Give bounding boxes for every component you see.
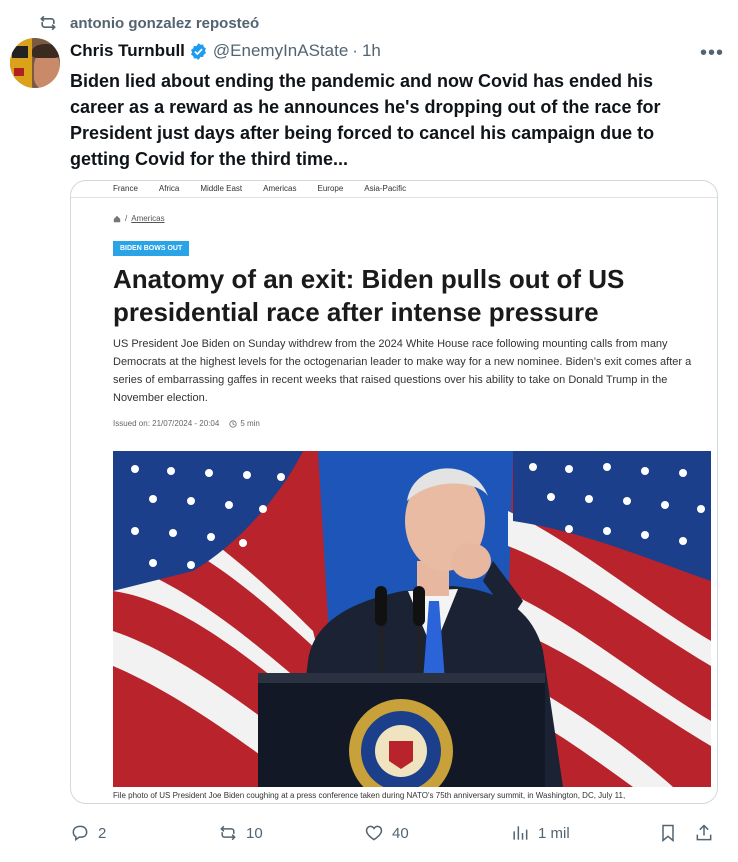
breadcrumb-americas[interactable]: Americas <box>131 214 164 223</box>
repost-icon <box>40 15 56 31</box>
repost-button[interactable]: 10 <box>218 818 263 848</box>
repost-icon <box>220 825 236 841</box>
views-icon <box>513 826 528 840</box>
more-icon[interactable]: ••• <box>700 42 724 65</box>
views-button[interactable]: 1 mil <box>510 818 570 848</box>
share-button[interactable] <box>694 818 714 848</box>
like-count: 40 <box>392 824 409 842</box>
author-name[interactable]: Chris Turnbull <box>70 41 185 61</box>
home-icon[interactable] <box>113 215 121 223</box>
verified-badge-icon[interactable] <box>189 42 208 61</box>
clock-icon <box>229 419 237 428</box>
breadcrumb-separator: / <box>125 214 128 223</box>
breadcrumb: / Americas <box>113 214 165 223</box>
tweet-header: Chris Turnbull @EnemyInAState · 1h <box>70 40 728 62</box>
nav-divider <box>71 197 717 198</box>
repost-label: antonio gonzalez reposteó <box>70 14 260 32</box>
article-lede: US President Joe Biden on Sunday withdre… <box>113 338 692 404</box>
article-meta: Issued on: 21/07/2024 - 20:04 5 min <box>113 419 260 428</box>
article-tag[interactable]: BIDEN BOWS OUT <box>113 241 190 256</box>
photo-caption: File photo of US President Joe Biden cou… <box>113 791 626 800</box>
nav-item-europe[interactable]: Europe <box>318 184 344 193</box>
separator-dot: · <box>352 41 358 60</box>
reply-button[interactable]: 2 <box>70 818 106 848</box>
tweet-text: Biden lied about ending the pandemic and… <box>70 71 661 169</box>
nav-item-asia-pacific[interactable]: Asia-Pacific <box>364 184 406 193</box>
like-button[interactable]: 40 <box>364 818 409 848</box>
nav-item-africa[interactable]: Africa <box>159 184 179 193</box>
avatar[interactable] <box>10 38 60 88</box>
bookmark-button[interactable] <box>658 818 678 848</box>
nav-item-middle-east[interactable]: Middle East <box>200 184 242 193</box>
like-icon <box>365 825 383 841</box>
nav-item-france[interactable]: France <box>113 184 138 193</box>
bookmark-icon <box>662 824 674 843</box>
tweet-actions: 2 10 40 1 mil <box>70 818 720 848</box>
article-photo <box>113 451 711 787</box>
nav-item-americas[interactable]: Americas <box>263 184 296 193</box>
reply-icon <box>72 825 88 842</box>
views-count: 1 mil <box>538 824 570 842</box>
issued-date: Issued on: 21/07/2024 - 20:04 <box>113 419 220 428</box>
read-time: 5 min <box>240 419 260 428</box>
reply-count: 2 <box>98 824 107 842</box>
author-handle[interactable]: @EnemyInAState <box>213 41 348 61</box>
tweet-timestamp[interactable]: 1h <box>362 41 381 61</box>
repost-indicator[interactable]: antonio gonzalez reposteó <box>38 12 259 34</box>
article-headline: Anatomy of an exit: Biden pulls out of U… <box>113 264 625 327</box>
article-nav: France Africa Middle East Americas Europ… <box>113 184 406 193</box>
share-icon <box>696 824 712 841</box>
repost-count: 10 <box>246 824 263 842</box>
link-card[interactable]: France Africa Middle East Americas Europ… <box>70 180 718 804</box>
